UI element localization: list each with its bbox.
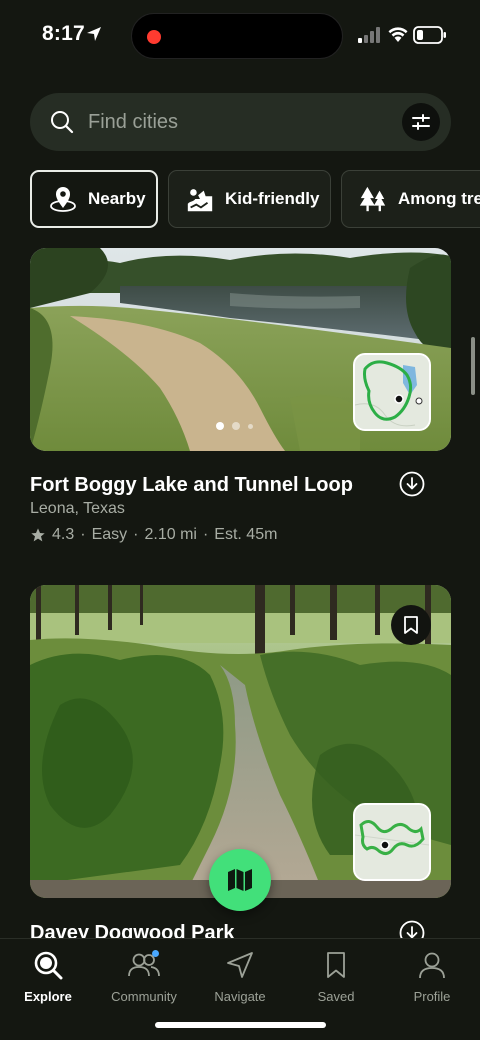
home-indicator (155, 1022, 326, 1028)
status-time: 8:17 (42, 22, 85, 45)
map-icon (228, 869, 252, 891)
separator: · (133, 526, 139, 543)
filter-button[interactable] (402, 103, 440, 141)
trail-stats: 4.3 · Easy · 2.10 mi · Est. 45m (30, 526, 277, 544)
tab-label: Navigate (214, 989, 266, 1004)
tab-saved[interactable]: Saved (288, 949, 384, 1004)
chip-among-trees[interactable]: Among trees (341, 170, 480, 228)
tab-profile[interactable]: Profile (384, 949, 480, 1004)
trail-rating: 4.3 (52, 526, 75, 543)
chip-nearby[interactable]: Nearby (30, 170, 158, 228)
nearby-pin-icon (48, 184, 78, 214)
cellular-signal-icon (358, 27, 380, 43)
dynamic-island (131, 13, 343, 59)
recording-indicator (147, 30, 161, 44)
chip-label: Kid-friendly (225, 189, 320, 208)
carousel-dot[interactable] (232, 422, 240, 430)
notification-dot (152, 950, 159, 957)
location-arrow-icon (87, 27, 101, 41)
tab-explore[interactable]: Explore (0, 949, 96, 1004)
search-icon (51, 111, 74, 134)
trail-location: Leona, Texas (30, 500, 125, 517)
explore-search-icon (34, 951, 63, 980)
download-icon[interactable] (399, 471, 425, 497)
map-view-button[interactable] (209, 849, 271, 911)
filter-chips: Nearby Kid-friendly Among trees (30, 170, 480, 228)
chip-label: Among trees (398, 189, 480, 208)
search-bar[interactable] (30, 93, 451, 151)
tab-navigate[interactable]: Navigate (192, 949, 288, 1004)
kid-friendly-icon (185, 184, 215, 214)
status-bar: 8:17 (0, 0, 480, 72)
scroll-indicator[interactable] (471, 337, 475, 395)
trail-title[interactable]: Fort Boggy Lake and Tunnel Loop (30, 474, 353, 497)
saved-bookmark-icon (327, 952, 345, 978)
tab-label: Community (111, 989, 177, 1004)
search-input[interactable] (88, 93, 388, 151)
trail-mini-map[interactable] (353, 803, 431, 881)
profile-person-icon (419, 952, 445, 979)
trail-route-map (355, 355, 429, 429)
bookmark-button[interactable] (391, 605, 431, 645)
trail-difficulty: Easy (91, 526, 128, 543)
navigate-arrow-icon (227, 952, 253, 978)
battery-icon (413, 26, 446, 44)
carousel-dot[interactable] (216, 422, 224, 430)
separator: · (202, 526, 209, 543)
photo-carousel-dots[interactable] (216, 422, 253, 430)
bookmark-icon (404, 616, 418, 634)
trail-route-map (355, 805, 429, 879)
sliders-icon (412, 114, 430, 130)
carousel-dot[interactable] (248, 423, 253, 429)
tab-community[interactable]: Community (96, 949, 192, 1004)
tab-label: Explore (24, 989, 72, 1004)
chip-label: Nearby (88, 189, 146, 208)
tab-label: Saved (317, 989, 355, 1004)
chip-kid-friendly[interactable]: Kid-friendly (168, 170, 331, 228)
trail-distance: 2.10 mi (144, 526, 197, 543)
wifi-icon (388, 27, 408, 42)
trees-icon (358, 184, 388, 214)
trail-mini-map[interactable] (353, 353, 431, 431)
separator: · (80, 526, 86, 543)
trail-est-time: Est. 45m (214, 526, 278, 543)
star-icon (31, 528, 45, 542)
tab-label: Profile (413, 989, 451, 1004)
